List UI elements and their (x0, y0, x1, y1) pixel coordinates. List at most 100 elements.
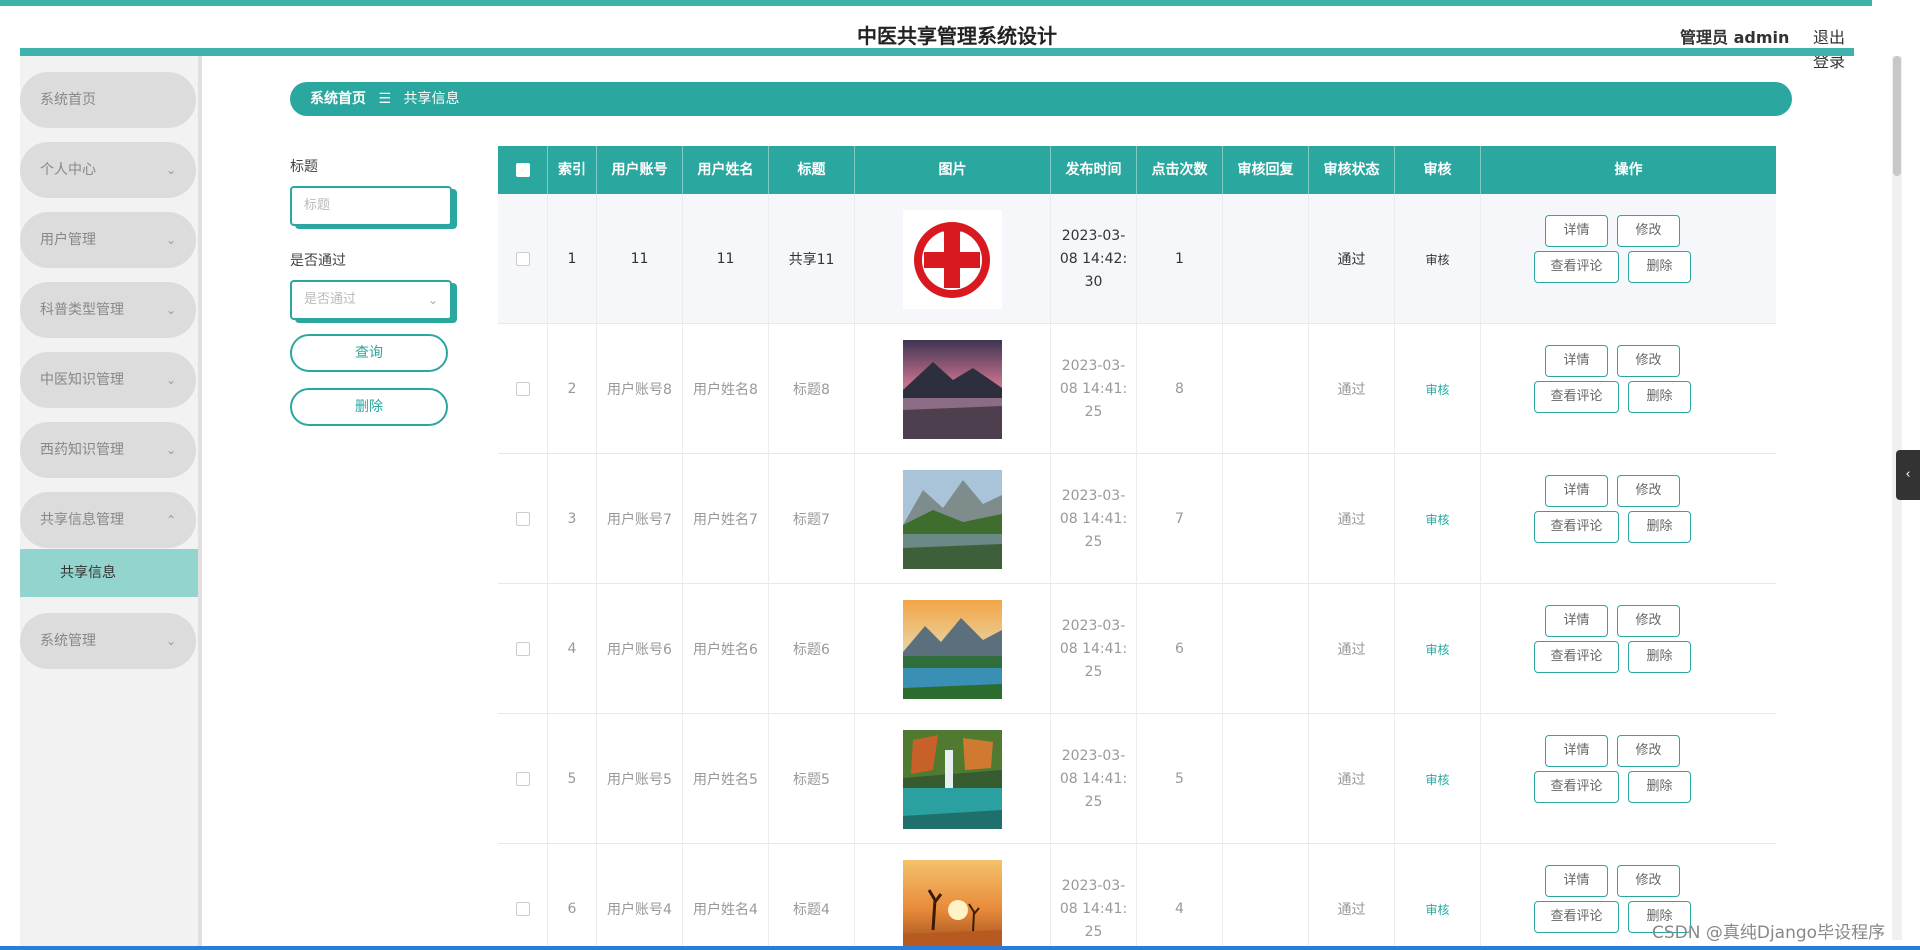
header-underline (20, 48, 1854, 56)
delete-button[interactable]: 删除 (1628, 511, 1691, 543)
cell-image-thumbnail[interactable] (855, 454, 1051, 584)
cell-review-status: 通过 (1309, 324, 1395, 454)
view-comments-button[interactable]: 查看评论 (1534, 511, 1619, 543)
sidebar-item-home[interactable]: 系统首页 (20, 72, 196, 128)
sidebar-item-share-info-management[interactable]: 共享信息管理 ⌃ (20, 492, 196, 548)
detail-button[interactable]: 详情 (1545, 345, 1608, 377)
sidebar-item-western-medicine-management[interactable]: 西药知识管理 ⌄ (20, 422, 196, 478)
row-checkbox[interactable] (498, 454, 548, 584)
sidebar-item-personal-center[interactable]: 个人中心 ⌄ (20, 142, 196, 198)
cell-clicks: 6 (1137, 584, 1223, 714)
delete-button[interactable]: 删除 (1628, 641, 1691, 673)
cell-review-status: 通过 (1309, 454, 1395, 584)
title-search-input[interactable]: 标题 (290, 186, 452, 226)
sidebar: 系统首页 个人中心 ⌄ 用户管理 ⌄ 科普类型管理 ⌄ 中医知识管理 ⌄ 西药知识管理 ⌄… (20, 56, 202, 950)
table-row: 3 用户账号7 用户姓名7 标题7 2023-03- 08 14:41: 25 7 通过 审核 详情… (498, 454, 1776, 584)
edit-button[interactable]: 修改 (1617, 605, 1680, 637)
chevron-down-icon: ⌄ (165, 443, 176, 457)
detail-button[interactable]: 详情 (1545, 475, 1608, 507)
cell-review-reply (1223, 454, 1309, 584)
view-comments-button[interactable]: 查看评论 (1534, 251, 1619, 283)
sidebar-item-science-type-management[interactable]: 科普类型管理 ⌄ (20, 282, 196, 338)
cell-image-thumbnail[interactable] (855, 714, 1051, 844)
batch-delete-button[interactable]: 删除 (290, 388, 448, 426)
cell-clicks: 5 (1137, 714, 1223, 844)
sidebar-item-system-management[interactable]: 系统管理 ⌄ (20, 613, 196, 669)
table-header: 索引 用户账号 用户姓名 标题 图片 发布时间 点击次数 审核回复 审核状态 审… (498, 146, 1776, 194)
cell-account: 用户账号7 (597, 454, 683, 584)
view-comments-button[interactable]: 查看评论 (1534, 901, 1619, 933)
cell-name: 用户姓名7 (683, 454, 769, 584)
cell-publish-time: 2023-03- 08 14:41: 25 (1051, 584, 1137, 714)
view-comments-button[interactable]: 查看评论 (1534, 381, 1619, 413)
delete-button[interactable]: 删除 (1628, 251, 1691, 283)
col-publish-time: 发布时间 (1051, 146, 1137, 194)
cell-review-status: 通过 (1309, 194, 1395, 324)
edit-button[interactable]: 修改 (1617, 865, 1680, 897)
detail-button[interactable]: 详情 (1545, 605, 1608, 637)
cell-image-thumbnail[interactable] (855, 844, 1051, 950)
row-actions: 详情 修改查看评论 删除 (1481, 584, 1776, 714)
share-info-table: 索引 用户账号 用户姓名 标题 图片 发布时间 点击次数 审核回复 审核状态 审… (498, 146, 1776, 950)
chevron-down-icon: ⌄ (427, 293, 438, 307)
col-image: 图片 (855, 146, 1051, 194)
row-checkbox[interactable] (498, 194, 548, 324)
cell-review-reply (1223, 584, 1309, 714)
cell-review-status: 通过 (1309, 714, 1395, 844)
detail-button[interactable]: 详情 (1545, 865, 1608, 897)
collapse-panel-icon[interactable]: ‹ (1896, 450, 1920, 500)
edit-button[interactable]: 修改 (1617, 215, 1680, 247)
cell-image-thumbnail[interactable] (855, 194, 1051, 324)
cell-clicks: 7 (1137, 454, 1223, 584)
audit-link[interactable]: 审核 (1395, 324, 1481, 454)
delete-button[interactable]: 删除 (1628, 381, 1691, 413)
row-actions: 详情 修改查看评论 删除 (1481, 194, 1776, 324)
col-account: 用户账号 (597, 146, 683, 194)
cell-title: 标题4 (769, 844, 855, 950)
delete-button[interactable]: 删除 (1628, 771, 1691, 803)
detail-button[interactable]: 详情 (1545, 215, 1608, 247)
col-name: 用户姓名 (683, 146, 769, 194)
cell-clicks: 1 (1137, 194, 1223, 324)
pass-status-select[interactable]: 是否通过 ⌄ (290, 280, 452, 320)
audit-link[interactable]: 审核 (1395, 714, 1481, 844)
cell-index: 4 (548, 584, 597, 714)
title-filter-label: 标题 (290, 159, 318, 175)
edit-button[interactable]: 修改 (1617, 735, 1680, 767)
chevron-up-icon: ⌃ (165, 513, 176, 527)
row-actions: 详情 修改查看评论 删除 (1481, 454, 1776, 584)
cell-account: 11 (597, 194, 683, 324)
cell-publish-time: 2023-03- 08 14:41: 25 (1051, 324, 1137, 454)
cell-title: 标题7 (769, 454, 855, 584)
breadcrumb: 系统首页 ☰ 共享信息 (290, 82, 1792, 116)
cell-review-reply (1223, 194, 1309, 324)
edit-button[interactable]: 修改 (1617, 345, 1680, 377)
cell-index: 2 (548, 324, 597, 454)
audit-link[interactable]: 审核 (1395, 844, 1481, 950)
cell-image-thumbnail[interactable] (855, 584, 1051, 714)
audit-link[interactable]: 审核 (1395, 584, 1481, 714)
sidebar-item-tcm-knowledge-management[interactable]: 中医知识管理 ⌄ (20, 352, 196, 408)
cell-index: 6 (548, 844, 597, 950)
cell-account: 用户账号8 (597, 324, 683, 454)
view-comments-button[interactable]: 查看评论 (1534, 641, 1619, 673)
breadcrumb-home[interactable]: 系统首页 (310, 91, 366, 107)
edit-button[interactable]: 修改 (1617, 475, 1680, 507)
view-comments-button[interactable]: 查看评论 (1534, 771, 1619, 803)
row-checkbox[interactable] (498, 844, 548, 950)
row-checkbox[interactable] (498, 324, 548, 454)
detail-button[interactable]: 详情 (1545, 735, 1608, 767)
select-all-checkbox[interactable] (498, 146, 548, 194)
cell-image-thumbnail[interactable] (855, 324, 1051, 454)
query-button[interactable]: 查询 (290, 334, 448, 372)
sidebar-subitem-share-info[interactable]: 共享信息 (20, 549, 198, 597)
cell-name: 用户姓名8 (683, 324, 769, 454)
audit-link[interactable]: 审核 (1395, 454, 1481, 584)
row-checkbox[interactable] (498, 714, 548, 844)
cell-name: 用户姓名4 (683, 844, 769, 950)
cell-clicks: 8 (1137, 324, 1223, 454)
scrollbar-thumb[interactable] (1893, 56, 1901, 176)
audit-link[interactable]: 审核 (1395, 194, 1481, 324)
row-checkbox[interactable] (498, 584, 548, 714)
sidebar-item-user-management[interactable]: 用户管理 ⌄ (20, 212, 196, 268)
